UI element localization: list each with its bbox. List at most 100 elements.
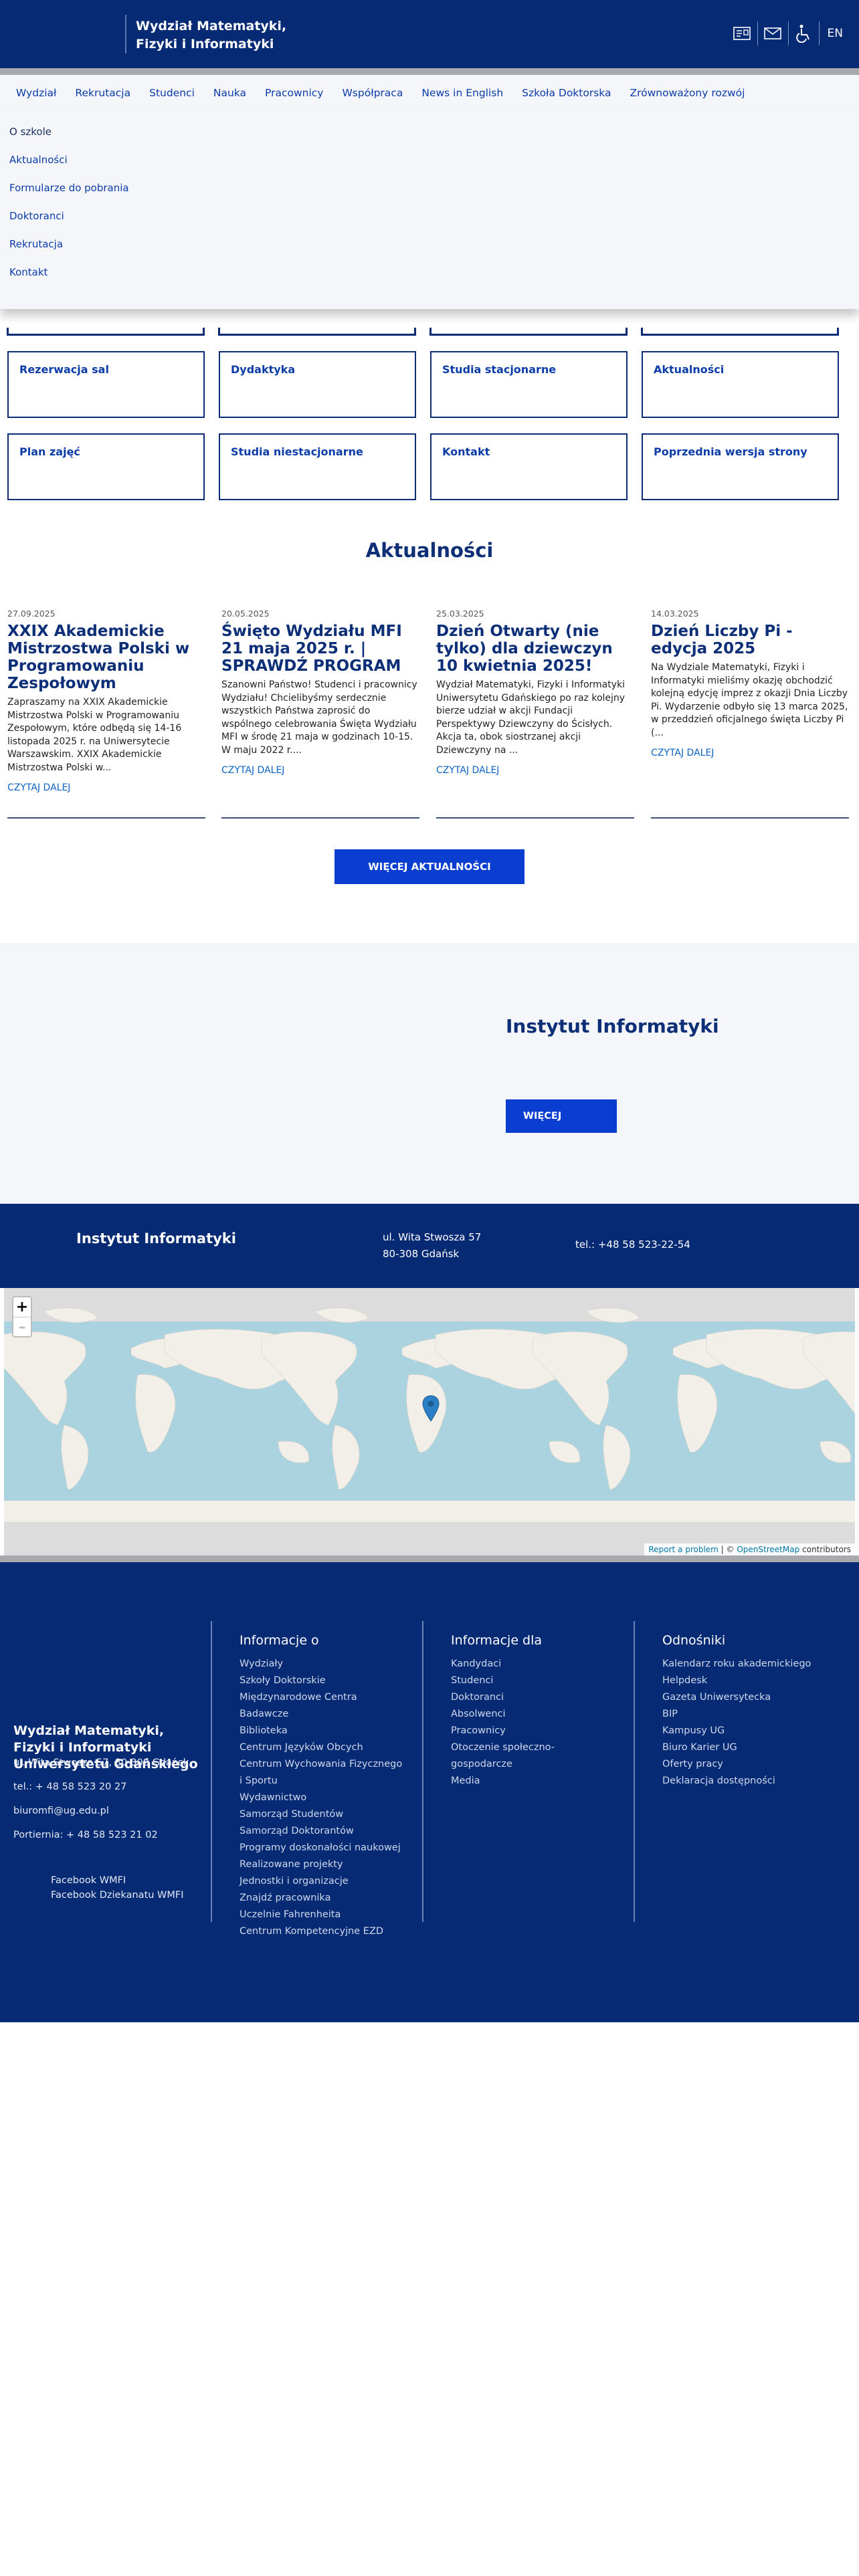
footer-link[interactable]: Biuro Karier UG bbox=[662, 1739, 843, 1756]
news-excerpt: Na Wydziale Matematyki, Fizyki i Informa… bbox=[651, 662, 848, 738]
osm-link[interactable]: OpenStreetMap bbox=[737, 1545, 799, 1554]
footer-link[interactable]: Centrum Wychowania Fizycznego i Sportu bbox=[240, 1756, 407, 1790]
news-date: 14.03.2025 bbox=[651, 609, 699, 619]
map-marker-icon[interactable] bbox=[422, 1395, 440, 1422]
tile-poprzednia-wersja[interactable]: Poprzednia wersja strony bbox=[642, 433, 839, 500]
footer-email-link[interactable]: biuromfi@ug.edu.pl bbox=[13, 1806, 109, 1816]
tile-kontakt[interactable]: Kontakt bbox=[430, 433, 628, 500]
footer-link[interactable]: Samorząd Doktorantów bbox=[240, 1823, 407, 1840]
footer-separator bbox=[422, 1621, 423, 1922]
footer-link[interactable]: Samorząd Studentów bbox=[240, 1806, 407, 1823]
nav-item-wydzial[interactable]: Wydział bbox=[7, 87, 66, 99]
tile-plan-zajec[interactable]: Plan zajęć bbox=[7, 433, 205, 500]
institute-phone: tel.: +48 58 523-22-54 bbox=[575, 1239, 690, 1251]
footer-link[interactable]: Kalendarz roku akademickiego bbox=[662, 1656, 843, 1673]
news-date: 25.03.2025 bbox=[436, 609, 484, 619]
report-problem-link[interactable]: Report a problem bbox=[648, 1545, 718, 1554]
footer-link[interactable]: Realizowane projekty bbox=[240, 1856, 407, 1873]
footer-link[interactable]: Media bbox=[451, 1773, 605, 1790]
institute-more-button[interactable]: WIĘCEJ bbox=[506, 1099, 617, 1133]
tile-studia-niestacjonarne[interactable]: Studia niestacjonarne bbox=[219, 433, 416, 500]
nav-item-wspolpraca[interactable]: Współpraca bbox=[332, 87, 412, 99]
news-divider bbox=[7, 817, 205, 819]
footer-link[interactable]: Studenci bbox=[451, 1673, 605, 1689]
tile-studia-stacjonarne[interactable]: Studia stacjonarne bbox=[430, 351, 628, 418]
dropdown-item-rekrutacja[interactable]: Rekrutacja bbox=[9, 238, 63, 250]
news-read-more-link[interactable]: CZYTAJ DALEJ bbox=[221, 765, 419, 776]
nav-item-szkola-doktorska[interactable]: Szkoła Doktorska bbox=[512, 87, 620, 99]
nav-item-rekrutacja[interactable]: Rekrutacja bbox=[66, 87, 140, 99]
tile-dydaktyka[interactable]: Dydaktyka bbox=[219, 351, 416, 418]
address-line1: ul. Wita Stwosza 57 bbox=[383, 1231, 482, 1243]
footer-link[interactable]: Gazeta Uniwersytecka bbox=[662, 1689, 843, 1706]
footer-link[interactable]: Absolwenci bbox=[451, 1706, 605, 1723]
language-switch[interactable]: EN bbox=[828, 27, 843, 40]
hidden-tile-edge bbox=[641, 328, 839, 336]
news-title-link[interactable]: XXIX Akademickie Mistrzostwa Polski w Pr… bbox=[7, 623, 205, 692]
footer-link[interactable]: Wydawnictwo bbox=[240, 1790, 407, 1806]
more-news-button[interactable]: WIĘCEJ AKTUALNOŚCI bbox=[335, 849, 524, 884]
address-line2: 80-308 Gdańsk bbox=[383, 1248, 460, 1260]
footer-link[interactable]: Biblioteka bbox=[240, 1723, 407, 1739]
footer-link[interactable]: Oferty pracy bbox=[662, 1756, 843, 1773]
dropdown-item-kontakt[interactable]: Kontakt bbox=[9, 266, 47, 278]
news-title-link[interactable]: Dzień Otwarty (nie tylko) dla dziewczyn … bbox=[436, 623, 634, 675]
footer-link[interactable]: Kampusy UG bbox=[662, 1723, 843, 1739]
nav-item-news-english[interactable]: News in English bbox=[412, 87, 512, 99]
footer-facebook-dziekanat-link[interactable]: Facebook Dziekanatu WMFI bbox=[51, 1890, 184, 1901]
news-read-more-link[interactable]: CZYTAJ DALEJ bbox=[436, 765, 634, 776]
accessibility-icon[interactable] bbox=[789, 21, 820, 45]
zoom-in-button[interactable]: + bbox=[13, 1297, 31, 1317]
zoom-out-button[interactable]: – bbox=[13, 1317, 31, 1336]
mail-icon[interactable] bbox=[758, 21, 789, 45]
tile-aktualnosci[interactable]: Aktualności bbox=[642, 351, 839, 418]
news-title-link[interactable]: Dzień Liczby Pi - edycja 2025 bbox=[651, 623, 849, 657]
footer-column-title: Odnośniki bbox=[662, 1633, 726, 1648]
nav-item-pracownicy[interactable]: Pracownicy bbox=[256, 87, 332, 99]
hidden-tile-edge bbox=[218, 328, 416, 336]
footer-link[interactable]: Pracownicy bbox=[451, 1723, 605, 1739]
nav-dropdown-menu: O szkole Aktualności Formularze do pobra… bbox=[0, 111, 859, 309]
footer-link[interactable]: Kandydaci bbox=[451, 1656, 605, 1673]
footer-link[interactable]: Helpdesk bbox=[662, 1673, 843, 1689]
footer-link[interactable]: Międzynarodowe Centra Badawcze bbox=[240, 1689, 407, 1723]
news-card: 14.03.2025 Dzień Liczby Pi - edycja 2025… bbox=[651, 609, 849, 758]
footer-link[interactable]: Centrum Kompetencyjne EZD bbox=[240, 1923, 407, 1940]
nav-item-zrownowazony[interactable]: Zrównoważony rozwój bbox=[621, 87, 755, 99]
map-zoom-control: + – bbox=[12, 1296, 32, 1337]
dropdown-item-o-szkole[interactable]: O szkole bbox=[9, 126, 52, 138]
footer-link[interactable]: Centrum Języków Obcych bbox=[240, 1739, 407, 1756]
footer-link[interactable]: Otoczenie społeczno-gospodarcze bbox=[451, 1739, 605, 1773]
dropdown-item-doktoranci[interactable]: Doktoranci bbox=[9, 210, 64, 222]
news-section-title: Aktualności bbox=[365, 539, 494, 562]
footer-link[interactable]: Programy doskonałości naukowej bbox=[240, 1840, 407, 1856]
tile-rezerwacja-sal[interactable]: Rezerwacja sal bbox=[7, 351, 205, 418]
news-read-more-link[interactable]: CZYTAJ DALEJ bbox=[7, 782, 205, 793]
footer-link[interactable]: Deklaracja dostępności bbox=[662, 1773, 843, 1790]
footer-link[interactable]: Doktoranci bbox=[451, 1689, 605, 1706]
map-icon[interactable] bbox=[727, 21, 758, 45]
footer-link[interactable]: Uczelnie Fahrenheita bbox=[240, 1907, 407, 1923]
footer-link[interactable]: Szkoły Doktorskie bbox=[240, 1673, 407, 1689]
footer-link[interactable]: Znajdź pracownika bbox=[240, 1890, 407, 1907]
news-card: 20.05.2025 Święto Wydziału MFI 21 maja 2… bbox=[221, 609, 419, 776]
footer-link[interactable]: Wydziały bbox=[240, 1656, 407, 1673]
location-map[interactable]: + – Report a problem | © OpenStreetMap c… bbox=[4, 1288, 855, 1555]
news-divider bbox=[651, 817, 849, 819]
nav-item-nauka[interactable]: Nauka bbox=[204, 87, 256, 99]
footer-link[interactable]: Jednostki i organizacje bbox=[240, 1873, 407, 1890]
tile-label: Rezerwacja sal bbox=[19, 363, 109, 376]
nav-item-studenci[interactable]: Studenci bbox=[140, 87, 204, 99]
dropdown-item-formularze[interactable]: Formularze do pobrania bbox=[9, 182, 129, 194]
footer-link[interactable]: BIP bbox=[662, 1706, 843, 1723]
footer-column-informacje-o: Informacje o Wydziały Szkoły Doktorskie … bbox=[240, 1633, 407, 1940]
footer-column-informacje-dla: Informacje dla Kandydaci Studenci Doktor… bbox=[451, 1633, 605, 1790]
news-read-more-link[interactable]: CZYTAJ DALEJ bbox=[651, 748, 849, 758]
news-title-link[interactable]: Święto Wydziału MFI 21 maja 2025 r. | SP… bbox=[221, 623, 419, 675]
footer-facebook-wmfi-link[interactable]: Facebook WMFI bbox=[51, 1875, 126, 1886]
header-stripe bbox=[0, 68, 859, 75]
faculty-logo-link[interactable]: Wydział Matematyki, Fizyki i Informatyki bbox=[136, 17, 337, 53]
tile-label: Studia niestacjonarne bbox=[231, 445, 363, 458]
dropdown-item-aktualnosci[interactable]: Aktualności bbox=[9, 154, 68, 166]
institute-name: Instytut Informatyki bbox=[76, 1230, 236, 1247]
